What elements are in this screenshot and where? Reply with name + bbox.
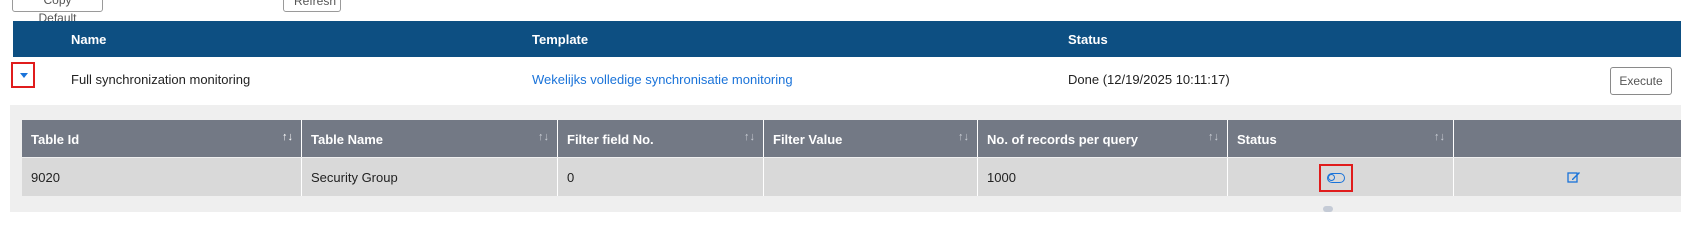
cell-table-name-value: Security Group (311, 170, 398, 185)
sort-icon[interactable]: ↑↓ (538, 131, 549, 143)
toggle-icon (1327, 173, 1345, 183)
row-name: Full synchronization monitoring (71, 72, 251, 87)
col-filter-field-label: Filter field No. (567, 132, 654, 147)
caret-down-icon (20, 73, 28, 78)
refresh-button[interactable]: Refresh (283, 0, 341, 12)
row-status: Done (12/19/2025 10:11:17) (1068, 72, 1230, 87)
table-row: 9020 Security Group 0 1000 (22, 158, 1681, 196)
col-filter-value[interactable]: Filter Value ↑↓ (764, 120, 978, 157)
col-records-per-query-label: No. of records per query (987, 132, 1138, 147)
row-template-link[interactable]: Wekelijks volledige synchronisatie monit… (532, 72, 793, 87)
col-table-id[interactable]: Table Id ↑↓ (22, 120, 302, 157)
col-status[interactable]: Status ↑↓ (1228, 120, 1454, 157)
col-filter-value-label: Filter Value (773, 132, 843, 147)
outer-table-row: Full synchronization monitoring Wekelijk… (13, 57, 1681, 106)
cell-table-id: 9020 (22, 158, 302, 196)
expand-row-button[interactable] (11, 62, 35, 88)
col-status-label: Status (1237, 132, 1277, 147)
cell-records-per-query-value: 1000 (987, 170, 1016, 185)
edit-icon[interactable] (1567, 170, 1581, 184)
next-row-hint (1323, 206, 1333, 212)
sort-icon[interactable]: ↑↓ (1208, 131, 1219, 143)
header-status: Status (1068, 32, 1108, 47)
status-toggle[interactable] (1319, 164, 1353, 192)
sort-icon[interactable]: ↑↓ (744, 131, 755, 143)
sort-icon[interactable]: ↑↓ (1434, 131, 1445, 143)
header-template: Template (532, 32, 589, 47)
sort-icon[interactable]: ↑↓ (282, 131, 293, 143)
cell-filter-field-value: 0 (567, 170, 575, 185)
execute-button[interactable]: Execute (1610, 67, 1672, 95)
col-table-name-label: Table Name (311, 132, 384, 147)
sort-icon[interactable]: ↑↓ (958, 131, 969, 143)
inner-table-header: Table Id ↑↓ Table Name ↑↓ Filter field N… (22, 120, 1681, 157)
cell-table-id-value: 9020 (31, 170, 60, 185)
header-name: Name (71, 32, 107, 47)
outer-table-header: Name Template Status (13, 21, 1681, 57)
col-records-per-query[interactable]: No. of records per query ↑↓ (978, 120, 1228, 157)
col-actions (1454, 120, 1681, 157)
cell-records-per-query: 1000 (978, 158, 1228, 196)
cell-table-name: Security Group (302, 158, 558, 196)
col-table-id-label: Table Id (31, 132, 80, 147)
copy-default-button[interactable]: Copy Default (12, 0, 103, 25)
col-filter-field[interactable]: Filter field No. ↑↓ (558, 120, 764, 157)
cell-filter-value (764, 158, 978, 196)
cell-filter-field: 0 (558, 158, 764, 196)
col-table-name[interactable]: Table Name ↑↓ (302, 120, 558, 157)
